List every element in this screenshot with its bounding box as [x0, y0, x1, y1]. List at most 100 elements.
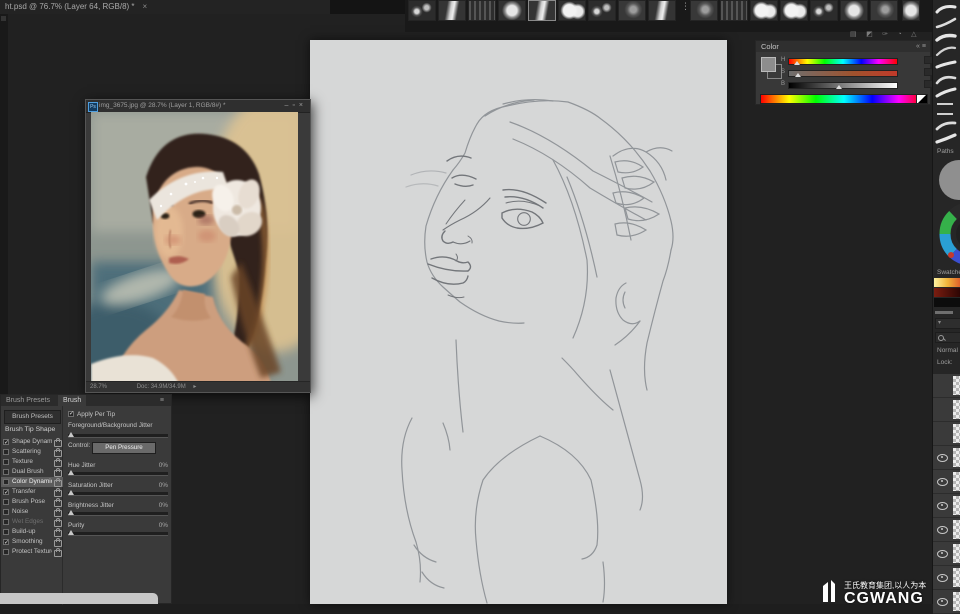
brush-option-icon[interactable]: ◩: [866, 31, 873, 38]
brush-setting-smoothing[interactable]: Smoothing: [1, 537, 63, 548]
brush-preset-thumb[interactable]: [588, 0, 616, 21]
brush-stroke-icon[interactable]: [933, 16, 959, 30]
lock-icon[interactable]: [54, 478, 62, 487]
tab-close-icon[interactable]: ×: [143, 2, 148, 11]
brush-stroke-icon[interactable]: [933, 72, 959, 86]
layer-row[interactable]: [933, 422, 960, 446]
hue-slider-thumb[interactable]: [794, 61, 800, 65]
collapsed-panel-icon[interactable]: [1, 16, 6, 21]
brightness-jitter-slider[interactable]: [68, 510, 168, 516]
lock-icon[interactable]: [54, 458, 62, 467]
brush-option-icon[interactable]: △: [911, 31, 916, 38]
slider-thumb[interactable]: [68, 470, 74, 475]
zoom-level[interactable]: 28.7%: [90, 384, 107, 390]
slider-thumb[interactable]: [68, 530, 74, 535]
foreground-color-swatch[interactable]: [761, 57, 776, 72]
brush-stroke-icon[interactable]: [933, 58, 959, 72]
brush-option-icon[interactable]: ✑: [882, 31, 888, 38]
checkbox[interactable]: [3, 448, 9, 455]
brush-preset-thumb[interactable]: [902, 0, 920, 21]
canvas-document[interactable]: [310, 40, 727, 604]
channel-dropdown[interactable]: ▾: [935, 318, 960, 329]
color-spectrum-ramp[interactable]: [760, 94, 928, 104]
brightness-jitter-value[interactable]: 0%: [159, 502, 168, 509]
checkbox[interactable]: [3, 488, 9, 498]
brush-preset-thumb[interactable]: [648, 0, 676, 21]
lock-icon[interactable]: [54, 438, 62, 447]
hue-jitter-slider[interactable]: [68, 470, 168, 476]
brush-stroke-icon[interactable]: [933, 30, 959, 44]
checkbox[interactable]: [68, 410, 74, 417]
checkbox[interactable]: [3, 438, 9, 448]
brush-preset-thumb-selected[interactable]: [528, 0, 556, 21]
brush-setting-transfer[interactable]: Transfer: [1, 487, 63, 498]
brush-stroke-icon[interactable]: [933, 86, 959, 100]
purity-slider[interactable]: [68, 530, 168, 536]
purity-value[interactable]: 0%: [159, 522, 168, 529]
layer-visibility-eye-icon[interactable]: [937, 550, 948, 558]
brush-setting-color-dynamics[interactable]: Color Dynamics: [1, 477, 63, 487]
brush-setting-wet-edges[interactable]: Wet Edges: [1, 517, 63, 527]
hue-slider-track[interactable]: [788, 58, 898, 65]
brush-stroke-icon[interactable]: [933, 118, 959, 132]
brush-setting-scattering[interactable]: Scattering: [1, 447, 63, 457]
brush-preset-thumb[interactable]: [408, 0, 436, 21]
brightness-slider-thumb[interactable]: [836, 85, 842, 89]
checkbox[interactable]: [3, 538, 9, 548]
status-arrow-icon[interactable]: ▸: [193, 384, 196, 390]
layer-visibility-eye-icon[interactable]: [937, 478, 948, 486]
brush-preset-thumb[interactable]: [870, 0, 898, 21]
black-swatch[interactable]: [934, 298, 960, 307]
brush-preset-thumb[interactable]: [690, 0, 718, 21]
layer-row[interactable]: [933, 518, 960, 542]
close-icon[interactable]: ×: [299, 102, 307, 109]
color-panel-header[interactable]: Color: [756, 41, 930, 52]
saturation-slider-track[interactable]: [788, 70, 898, 77]
layer-row[interactable]: [933, 470, 960, 494]
checkbox[interactable]: [3, 468, 9, 475]
lock-icon[interactable]: [54, 468, 62, 477]
brush-setting-build-up[interactable]: Build-up: [1, 527, 63, 537]
brush-option-icon[interactable]: ▤: [850, 31, 857, 38]
brush-preset-thumb[interactable]: [618, 0, 646, 21]
control-dropdown[interactable]: Pen Pressure: [92, 442, 156, 454]
checkbox[interactable]: [3, 508, 9, 515]
brush-stroke-icon[interactable]: [933, 2, 959, 16]
brush-setting-dual-brush[interactable]: Dual Brush: [1, 467, 63, 477]
layer-row[interactable]: [933, 374, 960, 398]
brush-preset-thumb[interactable]: [750, 0, 778, 21]
gradient-swatch[interactable]: [934, 288, 960, 297]
slider-thumb[interactable]: [68, 490, 74, 495]
brush-setting-brush-pose[interactable]: Brush Pose: [1, 497, 63, 507]
brush-preset-thumb[interactable]: [558, 0, 586, 21]
checkbox[interactable]: [3, 458, 9, 465]
brush-preset-thumb[interactable]: [438, 0, 466, 21]
saturation-slider-thumb[interactable]: [795, 73, 801, 77]
lock-icon[interactable]: [54, 538, 62, 547]
layer-visibility-eye-icon[interactable]: [937, 526, 948, 534]
document-tab[interactable]: ht.psd @ 76.7% (Layer 64, RGB/8) * ×: [0, 0, 330, 14]
swatches-panel-tab[interactable]: Swatches: [933, 269, 960, 276]
checkbox[interactable]: [3, 528, 9, 535]
brush-preset-thumb[interactable]: [468, 0, 496, 21]
brush-preset-thumb[interactable]: [780, 0, 808, 21]
brush-preset-thumb[interactable]: [498, 0, 526, 21]
slider-thumb[interactable]: [68, 510, 74, 515]
lock-icon[interactable]: [54, 448, 62, 457]
panel-menu-icon[interactable]: ≡: [155, 395, 169, 406]
color-panel-menu-icon[interactable]: « ≡: [916, 41, 926, 52]
checkbox[interactable]: [3, 498, 9, 505]
layer-visibility-eye-icon[interactable]: [937, 454, 948, 462]
lock-icon[interactable]: [54, 488, 62, 497]
brightness-slider-track[interactable]: [788, 82, 898, 89]
brush-setting-texture[interactable]: Texture: [1, 457, 63, 467]
checkbox[interactable]: [3, 548, 9, 555]
brush-setting-protect-texture[interactable]: Protect Texture: [1, 547, 63, 557]
slider-thumb[interactable]: [68, 432, 74, 437]
lock-icon[interactable]: [54, 508, 62, 517]
blend-mode-select[interactable]: Normal: [933, 347, 958, 354]
checkbox[interactable]: [3, 478, 9, 485]
brush-preset-thumb[interactable]: [720, 0, 748, 21]
layer-row[interactable]: [933, 494, 960, 518]
brush-setting-noise[interactable]: Noise: [1, 507, 63, 517]
